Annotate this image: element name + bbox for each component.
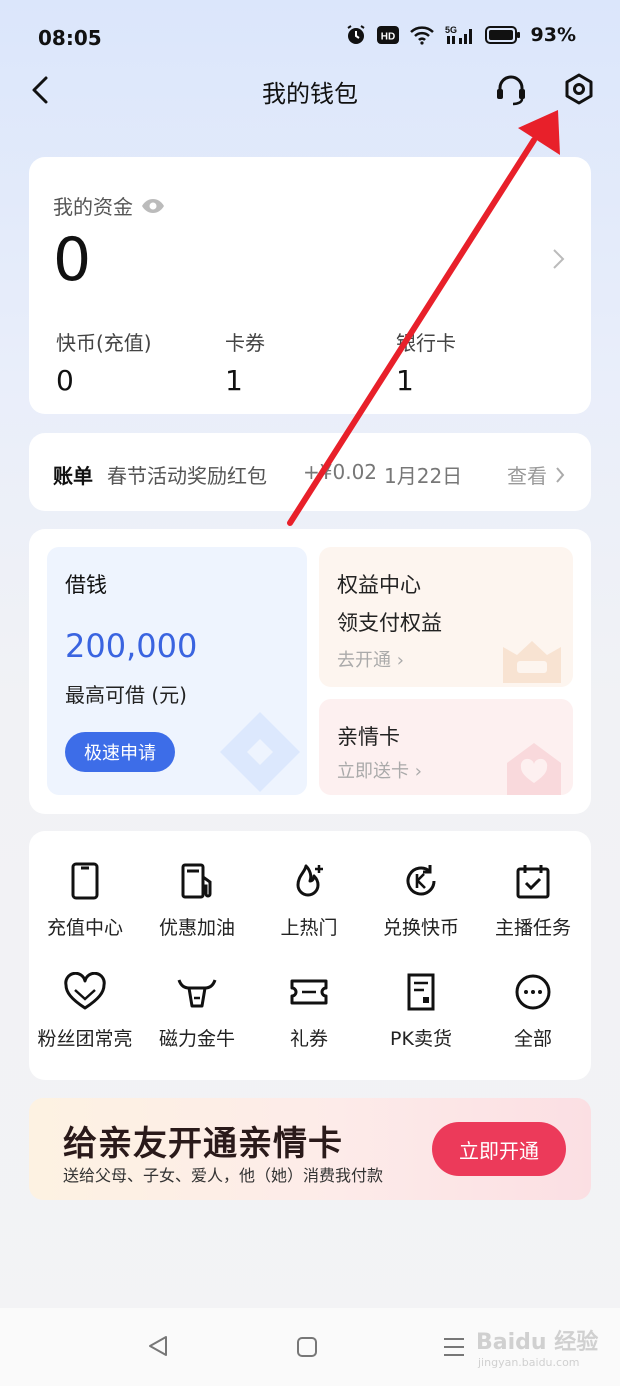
banner-subtitle: 送给父母、子女、爱人，他（她）消费我付款 [63,1166,384,1185]
system-home-icon[interactable] [296,1336,318,1358]
banner-title: 给亲友开通亲情卡 [63,1124,343,1164]
system-menu-icon[interactable] [442,1336,466,1358]
settings-button[interactable] [562,72,596,106]
flame-icon [296,864,323,897]
bill-date: 1月22日 [384,464,463,488]
chevron-right-icon [556,466,565,483]
funds-label-row: 我的资金 [53,191,165,220]
bill-view-link[interactable]: 查看 [507,460,565,489]
system-back-icon[interactable] [146,1334,170,1358]
alarm-icon [346,25,365,44]
loan-description: 最高可借 (元) [65,683,187,707]
stat-value: 1 [225,364,243,397]
grid-label: 上热门 [280,917,338,939]
baidu-watermark-url: jingyan.baidu.com [478,1356,580,1369]
crown-decoration-icon [503,641,561,683]
services-card: 借钱 200,000 最高可借 (元) 极速申请 权益中心 领支付权益 去开通 … [29,529,591,814]
family-card-link[interactable]: 立即送卡 › [337,757,422,783]
family-card-title: 亲情卡 [337,725,400,749]
grid-item-all[interactable]: 全部 [477,972,589,1051]
grid-label: 全部 [513,1028,552,1050]
chevron-right-icon[interactable] [551,247,565,271]
status-time: 08:05 [38,26,102,50]
customer-service-button[interactable] [494,72,528,106]
settings-icon [565,73,593,105]
nav-bar: 我的钱包 [0,60,620,120]
grid-label: 粉丝团常亮 [37,1028,133,1050]
family-card-panel[interactable]: 亲情卡 立即送卡 › [319,699,573,795]
grid-label: 兑换快币 [382,917,459,939]
battery-percent: 93% [530,24,576,46]
bull-icon [177,979,217,1008]
hd-icon: HD [376,26,399,44]
loan-apply-button[interactable]: 极速申请 [65,732,175,772]
stat-label: 快币(充值) [56,331,152,355]
grid-label: PK卖货 [390,1028,452,1050]
rights-open-link[interactable]: 去开通 › [337,646,404,672]
funds-stat-bank-cards[interactable]: 银行卡 1 [396,327,456,397]
stat-label: 银行卡 [396,331,456,355]
signal-5g-icon: 5G [445,25,472,44]
funds-label: 我的资金 [53,195,133,219]
funds-card[interactable]: 我的资金 0 快币(充值) 0 卡券 1 银行卡 1 [29,157,591,414]
baidu-watermark: Baidu 经验 [476,1330,599,1355]
bill-amount: +¥0.02 [303,460,378,484]
phone-icon [71,862,99,900]
grid-item-trending[interactable]: 上热门 [253,861,365,940]
svg-text:5G: 5G [445,25,457,35]
exchange-icon [406,865,436,896]
grid-item-pk-sales[interactable]: PK卖货 [365,972,477,1051]
rights-title: 权益中心 [337,573,421,597]
grid-item-host-tasks[interactable]: 主播任务 [477,861,589,940]
bill-card[interactable]: 账单 春节活动奖励红包 +¥0.02 1月22日 查看 [29,433,591,511]
ticket-icon [290,979,328,1005]
grid-item-fuel[interactable]: 优惠加油 [141,861,253,940]
bill-label: 账单 [53,464,93,488]
grid-label: 主播任务 [494,917,571,939]
family-card-banner[interactable]: 给亲友开通亲情卡 送给父母、子女、爱人，他（她）消费我付款 立即开通 [29,1098,591,1200]
grid-label: 磁力金牛 [158,1028,235,1050]
grid-item-magnetic-bull[interactable]: 磁力金牛 [141,972,253,1051]
document-icon [407,973,435,1011]
rights-center-panel[interactable]: 权益中心 领支付权益 去开通 › [319,547,573,687]
battery-icon [484,26,520,44]
grid-item-fan-club[interactable]: 粉丝团常亮 [29,972,141,1051]
wifi-icon [409,26,434,45]
family-card-link-label: 立即送卡 [337,761,409,782]
loan-title: 借钱 [65,573,107,597]
grid-item-recharge[interactable]: 充值中心 [29,861,141,940]
house-heart-decoration-icon [507,743,561,795]
grid-item-exchange-coins[interactable]: 兑换快币 [365,861,477,940]
headset-icon [497,75,525,106]
eye-icon[interactable] [141,198,165,214]
stat-label: 卡券 [225,331,265,355]
system-nav-bar: Baidu 经验 jingyan.baidu.com [0,1308,620,1386]
tools-grid: 充值中心 优惠加油 上热门 兑换快币 主播任务 粉丝团常亮 磁力金牛 礼券 PK… [29,831,591,1080]
stat-value: 1 [396,364,414,397]
grid-label: 礼券 [289,1028,328,1050]
bill-view-label: 查看 [507,464,547,488]
funds-total: 0 [53,225,92,295]
calendar-check-icon [516,865,550,899]
funds-stat-coins[interactable]: 快币(充值) 0 [56,327,152,397]
heart-icon [64,972,106,1010]
more-icon [515,974,551,1010]
stat-value: 0 [56,364,74,397]
loan-panel[interactable]: 借钱 200,000 最高可借 (元) 极速申请 [47,547,307,795]
diamond-decoration-icon [220,712,300,792]
funds-stat-coupons[interactable]: 卡券 1 [225,327,265,397]
svg-text:HD: HD [380,32,394,43]
bill-description: 春节活动奖励红包 [107,464,267,488]
fuel-icon [181,863,212,899]
banner-open-button[interactable]: 立即开通 [432,1122,566,1176]
grid-item-gift-coupon[interactable]: 礼券 [253,972,365,1051]
grid-label: 优惠加油 [158,917,235,939]
status-icons: HD 5G 93% [345,24,576,46]
grid-label: 充值中心 [46,917,123,939]
rights-link-label: 去开通 [337,650,391,671]
rights-subtitle: 领支付权益 [337,611,442,635]
loan-amount: 200,000 [65,627,198,665]
